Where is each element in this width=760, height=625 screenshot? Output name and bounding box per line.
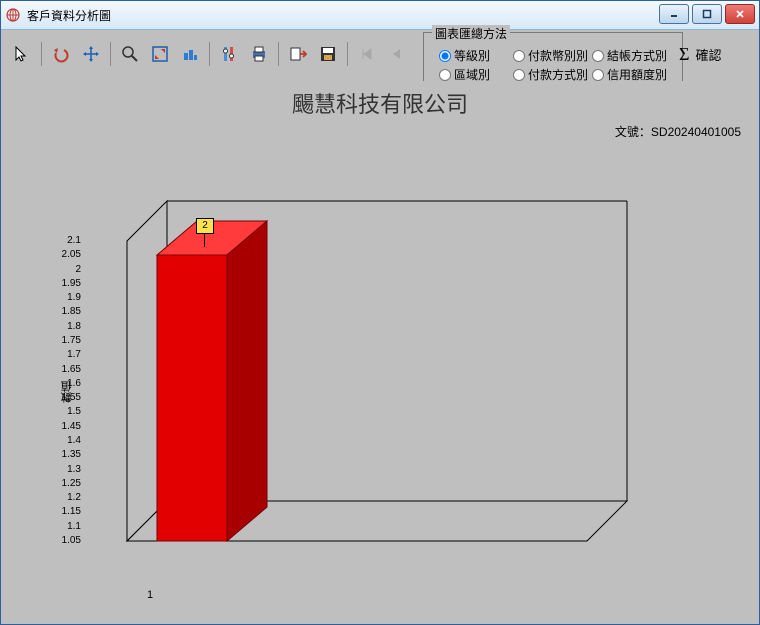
y-tick: 1.9 xyxy=(55,292,81,303)
y-tick: 1.65 xyxy=(55,364,81,375)
first-icon xyxy=(355,42,379,66)
zoom-icon[interactable] xyxy=(118,42,142,66)
print-icon[interactable] xyxy=(247,42,271,66)
maximize-button[interactable] xyxy=(692,4,722,24)
toolbar: 圖表匯總方法 等級別付款幣別別結帳方式別區域別付款方式別信用額度別 Σ 確認 xyxy=(1,30,759,84)
y-tick: 1.15 xyxy=(55,506,81,517)
app-icon xyxy=(5,7,21,23)
zoom-in-icon[interactable] xyxy=(148,42,172,66)
y-ticks: 2.12.0521.951.91.851.81.751.71.651.61.55… xyxy=(83,191,119,581)
radio-input[interactable] xyxy=(513,69,525,81)
prev-icon xyxy=(385,42,409,66)
radio-input[interactable] xyxy=(439,69,451,81)
y-tick: 2 xyxy=(55,264,81,275)
marker-line xyxy=(204,233,205,247)
save-icon[interactable] xyxy=(316,42,340,66)
separator xyxy=(41,42,42,66)
y-tick: 2.1 xyxy=(55,235,81,246)
radio-2[interactable]: 結帳方式別 xyxy=(592,47,667,64)
y-tick: 1.55 xyxy=(55,392,81,403)
minimize-button[interactable] xyxy=(659,4,689,24)
radio-input[interactable] xyxy=(439,50,451,62)
y-tick: 1.45 xyxy=(55,421,81,432)
confirm-label: 確認 xyxy=(695,45,721,64)
pointer-icon[interactable] xyxy=(10,42,34,66)
app-window: 客戶資料分析圖 圖表匯總方法 等級別付款幣別別結帳方式別區域別付款方式別信用額度… xyxy=(0,0,760,625)
y-tick: 1.25 xyxy=(55,478,81,489)
value-marker: 2 xyxy=(196,218,214,234)
chart-svg xyxy=(87,191,647,581)
y-tick: 1.85 xyxy=(55,306,81,317)
separator xyxy=(347,42,348,66)
separator xyxy=(110,42,111,66)
radio-0[interactable]: 等級別 xyxy=(439,47,509,64)
y-tick: 1.6 xyxy=(55,378,81,389)
company-title: 颺慧科技有限公司 xyxy=(7,87,753,119)
chart-plot: 2 數值 2.12.0521.951.91.851.81.751.71.651.… xyxy=(87,191,647,581)
y-tick: 1.1 xyxy=(55,521,81,532)
y-tick: 1.95 xyxy=(55,278,81,289)
radio-input[interactable] xyxy=(513,50,525,62)
settings-icon[interactable] xyxy=(217,42,241,66)
move-icon[interactable] xyxy=(79,42,103,66)
export-icon[interactable] xyxy=(286,42,310,66)
y-tick: 1.2 xyxy=(55,492,81,503)
y-tick: 1.3 xyxy=(55,464,81,475)
radio-1[interactable]: 付款幣別別 xyxy=(513,47,588,64)
close-button[interactable] xyxy=(725,4,755,24)
sigma-icon: Σ xyxy=(679,44,689,65)
confirm-button[interactable]: Σ 確認 xyxy=(679,44,722,65)
y-tick: 1.4 xyxy=(55,435,81,446)
window-title: 客戶資料分析圖 xyxy=(27,7,111,24)
separator xyxy=(209,42,210,66)
undo-icon[interactable] xyxy=(49,42,73,66)
doc-number: 文號：SD20240401005 xyxy=(615,123,741,140)
y-tick: 1.5 xyxy=(55,406,81,417)
y-tick: 1.35 xyxy=(55,449,81,460)
window-buttons xyxy=(659,4,755,24)
x-category: 1 xyxy=(147,589,153,601)
separator xyxy=(278,42,279,66)
y-tick: 1.05 xyxy=(55,535,81,546)
group-legend: 圖表匯總方法 xyxy=(432,25,510,42)
chart-3d-icon[interactable] xyxy=(178,42,202,66)
radio-input[interactable] xyxy=(592,50,604,62)
y-tick: 2.05 xyxy=(55,249,81,260)
y-tick: 1.75 xyxy=(55,335,81,346)
radio-input[interactable] xyxy=(592,69,604,81)
titlebar: 客戶資料分析圖 xyxy=(1,1,759,30)
chart-area: 颺慧科技有限公司 文號：SD20240401005 xyxy=(7,81,753,618)
y-tick: 1.7 xyxy=(55,349,81,360)
y-tick: 1.8 xyxy=(55,321,81,332)
